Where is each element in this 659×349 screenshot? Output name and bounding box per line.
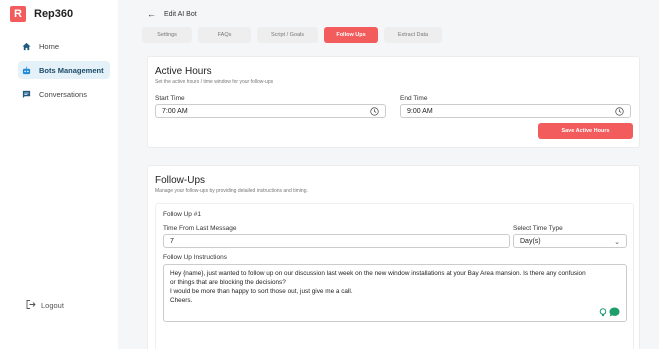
bot-icon (22, 66, 31, 75)
arrow-left-icon: ← (147, 9, 156, 19)
active-hours-card: Active Hours Set the active hours / time… (147, 56, 640, 148)
brand-name: Rep360 (34, 8, 74, 20)
tab-script-goals[interactable]: Script / Goals (257, 27, 318, 43)
time-type-label: Select Time Type (513, 225, 563, 232)
time-from-last-input[interactable]: 7 (163, 234, 510, 248)
active-hours-subtitle: Set the active hours / time window for y… (155, 79, 274, 85)
page-title: Edit AI Bot (164, 10, 197, 18)
logout-label: Logout (41, 301, 64, 310)
end-time-input[interactable]: 9:00 AM (400, 104, 631, 118)
sidebar-item-label: Conversations (39, 89, 87, 99)
sidebar-item-label: Bots Management (39, 65, 104, 75)
clock-icon[interactable] (370, 107, 379, 116)
sidebar-item-label: Home (39, 41, 60, 51)
brand-logo[interactable]: R Rep360 (10, 6, 73, 22)
chat-bubble-icon[interactable] (609, 307, 620, 317)
tab-extract-data[interactable]: Extract Data (384, 27, 442, 43)
back-button[interactable]: ← Edit AI Bot (147, 9, 197, 19)
instructions-label: Follow Up Instructions (163, 254, 227, 261)
instructions-line: Hey {name}, just wanted to follow up on … (170, 270, 586, 277)
start-time-value: 7:00 AM (162, 107, 188, 115)
end-time-label: End Time (400, 95, 428, 102)
time-type-value: Day(s) (520, 237, 541, 245)
follow-ups-title: Follow-Ups (155, 175, 206, 186)
tab-faqs[interactable]: FAQs (198, 27, 251, 43)
chat-icon (22, 90, 31, 99)
start-time-label: Start Time (155, 95, 185, 102)
instructions-line: or things that are blocking the decision… (170, 279, 286, 287)
end-time-value: 9:00 AM (407, 107, 433, 115)
follow-ups-card: Follow-Ups Manage your follow-ups by pro… (147, 165, 640, 349)
logout-button[interactable]: Logout (26, 300, 64, 311)
follow-up-item: Follow Up #1 Time From Last Message 7 Se… (155, 203, 634, 349)
time-type-select[interactable]: Day(s) ⌄ (513, 234, 627, 248)
logout-icon (26, 300, 36, 311)
logo-mark: R (10, 6, 26, 22)
sidebar: R Rep360 Home Bots Management Conversati… (0, 0, 118, 349)
tab-settings[interactable]: Settings (142, 27, 192, 43)
lightbulb-icon[interactable] (599, 307, 607, 317)
assistant-icons (599, 307, 620, 317)
instructions-line: Cheers. (170, 297, 193, 305)
instructions-textarea[interactable]: Hey {name}, just wanted to follow up on … (163, 264, 627, 322)
follow-up-heading: Follow Up #1 (163, 211, 201, 218)
start-time-input[interactable]: 7:00 AM (155, 104, 386, 118)
sidebar-item-conversations[interactable]: Conversations (18, 85, 110, 103)
home-icon (22, 42, 31, 51)
time-from-last-value: 7 (170, 237, 174, 245)
sidebar-item-bots-management[interactable]: Bots Management (18, 61, 110, 79)
tab-bar: Settings FAQs Script / Goals Follow Ups … (142, 27, 448, 43)
follow-ups-subtitle: Manage your follow-ups by providing deta… (155, 188, 308, 194)
time-from-last-label: Time From Last Message (163, 225, 237, 232)
sidebar-item-home[interactable]: Home (18, 37, 110, 55)
tab-follow-ups[interactable]: Follow Ups (324, 27, 378, 43)
clock-icon[interactable] (615, 107, 624, 116)
save-active-hours-button[interactable]: Save Active Hours (538, 123, 633, 139)
instructions-line: I would be more than happy to sort those… (170, 288, 353, 296)
active-hours-title: Active Hours (155, 66, 212, 77)
chevron-down-icon: ⌄ (614, 239, 620, 246)
